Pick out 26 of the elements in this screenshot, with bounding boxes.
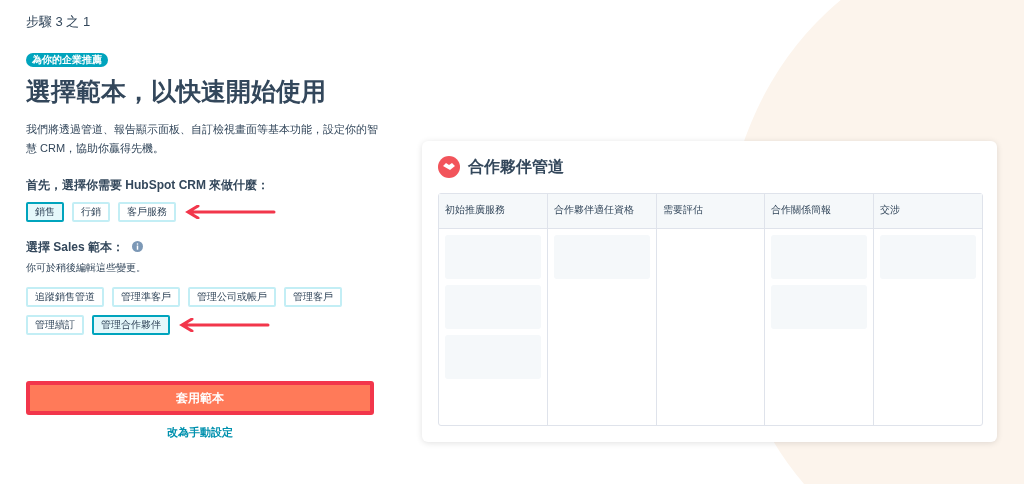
option-button[interactable]: 管理客戶: [284, 286, 342, 307]
option-button[interactable]: 追蹤銷售管道: [26, 286, 104, 307]
recommendation-badge: 為你的企業推薦: [26, 52, 108, 67]
section-label: 選擇 Sales 範本：: [26, 238, 125, 256]
preview-title: 合作夥伴管道: [468, 157, 564, 177]
hint-text: 你可於稍後編輯這些變更。: [26, 260, 147, 275]
section-label: 首先，選擇你需要 HubSpot CRM 來做什麼：: [26, 176, 271, 194]
column-header: 交涉: [874, 194, 982, 229]
step-counter: 步驟 3 之 1: [26, 13, 92, 31]
page-heading: 選擇範本，以快速開始使用: [26, 75, 327, 106]
option-button[interactable]: 銷售: [26, 201, 64, 222]
column-header: 合作關係簡報: [765, 194, 874, 229]
option-button[interactable]: 管理準客戶: [112, 286, 180, 307]
column-header: 需要評估: [656, 194, 765, 229]
arrow-icon: [178, 317, 270, 332]
manual-setup-link[interactable]: 改為手動設定: [26, 424, 374, 439]
column-header: 初始推廣服務: [439, 194, 547, 229]
option-button[interactable]: 管理續訂: [26, 314, 84, 335]
arrow-icon: [184, 204, 276, 219]
option-button[interactable]: 管理公司或帳戶: [188, 286, 276, 307]
option-button[interactable]: 客戶服務: [118, 201, 176, 222]
option-button[interactable]: 管理合作夥伴: [92, 314, 170, 335]
intro-text: 我們將透過管道、報告顯示面板、自訂檢視畫面等基本功能，設定你的智慧 CRM，協助你贏得先機。: [26, 121, 379, 156]
column-header: 合作夥伴適任資格: [547, 194, 656, 229]
option-button[interactable]: 行銷: [72, 201, 110, 222]
info-icon[interactable]: [132, 241, 144, 252]
